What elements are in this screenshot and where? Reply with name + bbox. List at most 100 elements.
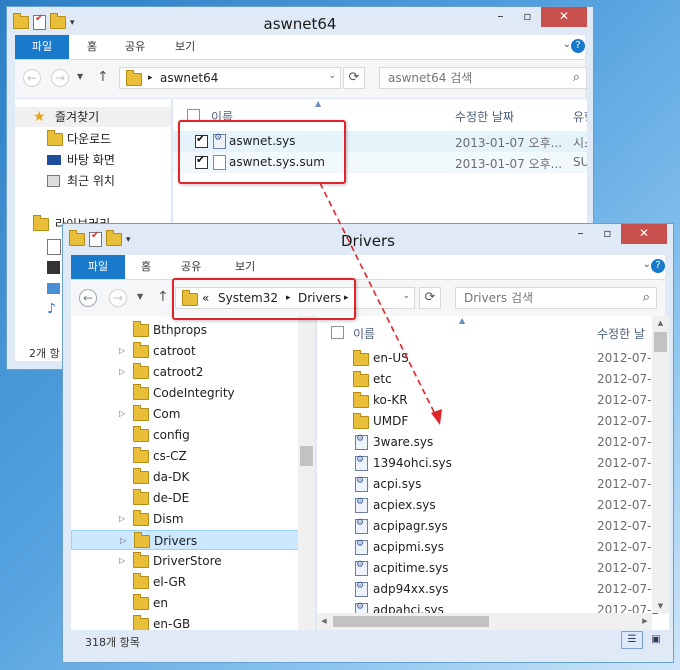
tab-share[interactable]: 공유 — [181, 255, 201, 279]
file-row[interactable]: acpi.sys 2012-07-2 — [317, 474, 669, 495]
file-name: ko-KR — [373, 393, 408, 407]
column-type[interactable]: 유형 — [573, 108, 587, 125]
expand-arrow-icon[interactable]: ▷ — [120, 531, 126, 551]
tab-view[interactable]: 보기 — [175, 35, 195, 59]
file-row[interactable]: ko-KR 2012-07-2 — [317, 390, 669, 411]
column-name[interactable]: 이름 — [353, 325, 375, 342]
nav-folder-item[interactable]: cs-CZ — [71, 446, 315, 466]
tab-file[interactable]: 파일 — [15, 35, 69, 59]
refresh-button[interactable]: ⟳ — [419, 287, 441, 309]
content-horizontal-scrollbar[interactable]: ◀ ▶ — [317, 613, 652, 630]
tab-file[interactable]: 파일 — [71, 255, 125, 279]
file-row[interactable]: acpitime.sys 2012-07-2 — [317, 558, 669, 579]
content-scroll-thumb[interactable] — [654, 332, 667, 352]
file-name: acpi.sys — [373, 477, 422, 491]
ribbon-expand-icon[interactable]: ⌄ — [643, 259, 651, 270]
nav-item-label: 바탕 화면 — [67, 153, 115, 167]
large-icons-view-button[interactable]: ▣ — [645, 631, 667, 649]
file-name: 3ware.sys — [373, 435, 434, 449]
nav-folder-item[interactable]: config — [71, 425, 315, 445]
file-name: adp94xx.sys — [373, 582, 449, 596]
address-dropdown-icon[interactable]: ⌄ — [402, 291, 410, 301]
scroll-up-arrow[interactable]: ▲ — [652, 316, 669, 330]
nav-folder-item[interactable]: ▷ Dism — [71, 509, 315, 529]
column-date[interactable]: 수정한 날 — [597, 325, 645, 342]
forward-nav-button[interactable]: → — [109, 289, 127, 307]
nav-vertical-scrollbar[interactable] — [298, 316, 315, 630]
column-date[interactable]: 수정한 날짜 — [455, 108, 514, 125]
ribbon-expand-icon[interactable]: ⌄ — [563, 39, 571, 50]
up-arrow-icon[interactable]: ↑ — [157, 289, 169, 305]
forward-nav-button[interactable]: → — [51, 69, 69, 87]
search-input[interactable]: Drivers 검색 ⌕ — [455, 287, 657, 309]
nav-item-favorites[interactable]: ★ 즐겨찾기 — [15, 107, 171, 127]
file-row[interactable]: en-US 2012-07-2 — [317, 348, 669, 369]
back-address-bar: ← → ▼ ↑ ▸ aswnet64 ⌄ ⟳ aswnet64 검색 ⌕ — [15, 60, 587, 98]
nav-item-desktop[interactable]: 바탕 화면 — [15, 150, 171, 170]
expand-arrow-icon[interactable]: ▷ — [119, 509, 125, 529]
back-nav-button[interactable]: ← — [23, 69, 41, 87]
tab-home[interactable]: 홈 — [141, 255, 151, 279]
tab-share[interactable]: 공유 — [125, 35, 145, 59]
details-view-button[interactable]: ☰ — [621, 631, 643, 649]
tab-home[interactable]: 홈 — [87, 35, 97, 59]
up-arrow-icon[interactable]: ↑ — [97, 69, 109, 85]
nav-folder-item[interactable]: Bthprops — [71, 320, 315, 340]
select-all-checkbox[interactable] — [331, 326, 344, 339]
breadcrumb-aswnet64[interactable]: aswnet64 — [160, 71, 218, 85]
address-arrow-icon[interactable]: ▸ — [148, 73, 153, 83]
nav-folder-item[interactable]: CodeIntegrity — [71, 383, 315, 403]
nav-folder-item[interactable]: da-DK — [71, 467, 315, 487]
nav-item-recent[interactable]: 최근 위치 — [15, 171, 171, 191]
address-dropdown-icon[interactable]: ⌄ — [328, 71, 336, 81]
scroll-down-arrow[interactable]: ▼ — [652, 599, 669, 613]
file-row[interactable]: acpipmi.sys 2012-07-2 — [317, 537, 669, 558]
minimize-button[interactable]: – — [487, 7, 514, 27]
content-hscroll-thumb[interactable] — [333, 616, 489, 627]
refresh-button[interactable]: ⟳ — [343, 67, 365, 89]
nav-folder-item[interactable]: en-GB — [71, 614, 315, 630]
content-vertical-scrollbar[interactable]: ▲ ▼ — [652, 316, 669, 613]
nav-folder-label: Drivers — [154, 534, 198, 548]
expand-arrow-icon[interactable]: ▷ — [119, 551, 125, 571]
nav-folder-item[interactable]: ▷ catroot — [71, 341, 315, 361]
recent-dropdown-icon[interactable]: ▼ — [77, 72, 83, 81]
nav-folder-item[interactable]: ▷ Drivers — [71, 530, 315, 550]
nav-folder-label: de-DE — [153, 491, 190, 505]
close-button[interactable]: ✕ — [541, 7, 587, 27]
maximize-button[interactable]: ▫ — [594, 224, 621, 244]
help-icon[interactable]: ? — [651, 259, 665, 273]
nav-folder-item[interactable]: ▷ DriverStore — [71, 551, 315, 571]
scroll-left-arrow[interactable]: ◀ — [317, 613, 331, 630]
file-row[interactable]: 1394ohci.sys 2012-07-2 — [317, 453, 669, 474]
back-nav-button[interactable]: ← — [79, 289, 97, 307]
maximize-button[interactable]: ▫ — [514, 7, 541, 27]
nav-folder-item[interactable]: ▷ Com — [71, 404, 315, 424]
nav-folder-item[interactable]: ▷ catroot2 — [71, 362, 315, 382]
nav-item-downloads[interactable]: 다운로드 — [15, 129, 171, 149]
close-button[interactable]: ✕ — [621, 224, 667, 244]
file-row[interactable]: etc 2012-07-2 — [317, 369, 669, 390]
tab-view[interactable]: 보기 — [235, 255, 255, 279]
scroll-right-arrow[interactable]: ▶ — [638, 613, 652, 630]
front-titlebar[interactable]: ▾ Drivers – ▫ ✕ — [63, 224, 673, 258]
search-input[interactable]: aswnet64 검색 ⌕ — [379, 67, 587, 89]
address-box[interactable]: ▸ aswnet64 ⌄ — [119, 67, 341, 89]
expand-arrow-icon[interactable]: ▷ — [119, 362, 125, 382]
expand-arrow-icon[interactable]: ▷ — [119, 341, 125, 361]
file-row[interactable]: 3ware.sys 2012-07-2 — [317, 432, 669, 453]
expand-arrow-icon[interactable]: ▷ — [119, 404, 125, 424]
help-icon[interactable]: ? — [571, 39, 585, 53]
minimize-button[interactable]: – — [567, 224, 594, 244]
nav-folder-item[interactable]: en — [71, 593, 315, 613]
recent-dropdown-icon[interactable]: ▼ — [137, 292, 143, 301]
nav-folder-item[interactable]: el-GR — [71, 572, 315, 592]
file-name: acpitime.sys — [373, 561, 449, 575]
file-row[interactable]: adp94xx.sys 2012-07-2 — [317, 579, 669, 600]
file-row[interactable]: acpipagr.sys 2012-07-2 — [317, 516, 669, 537]
file-row[interactable]: acpiex.sys 2012-07-2 — [317, 495, 669, 516]
nav-scroll-thumb[interactable] — [300, 446, 313, 466]
nav-folder-item[interactable]: de-DE — [71, 488, 315, 508]
sys-file-icon — [355, 455, 368, 471]
file-row[interactable]: UMDF 2012-07-2 — [317, 411, 669, 432]
